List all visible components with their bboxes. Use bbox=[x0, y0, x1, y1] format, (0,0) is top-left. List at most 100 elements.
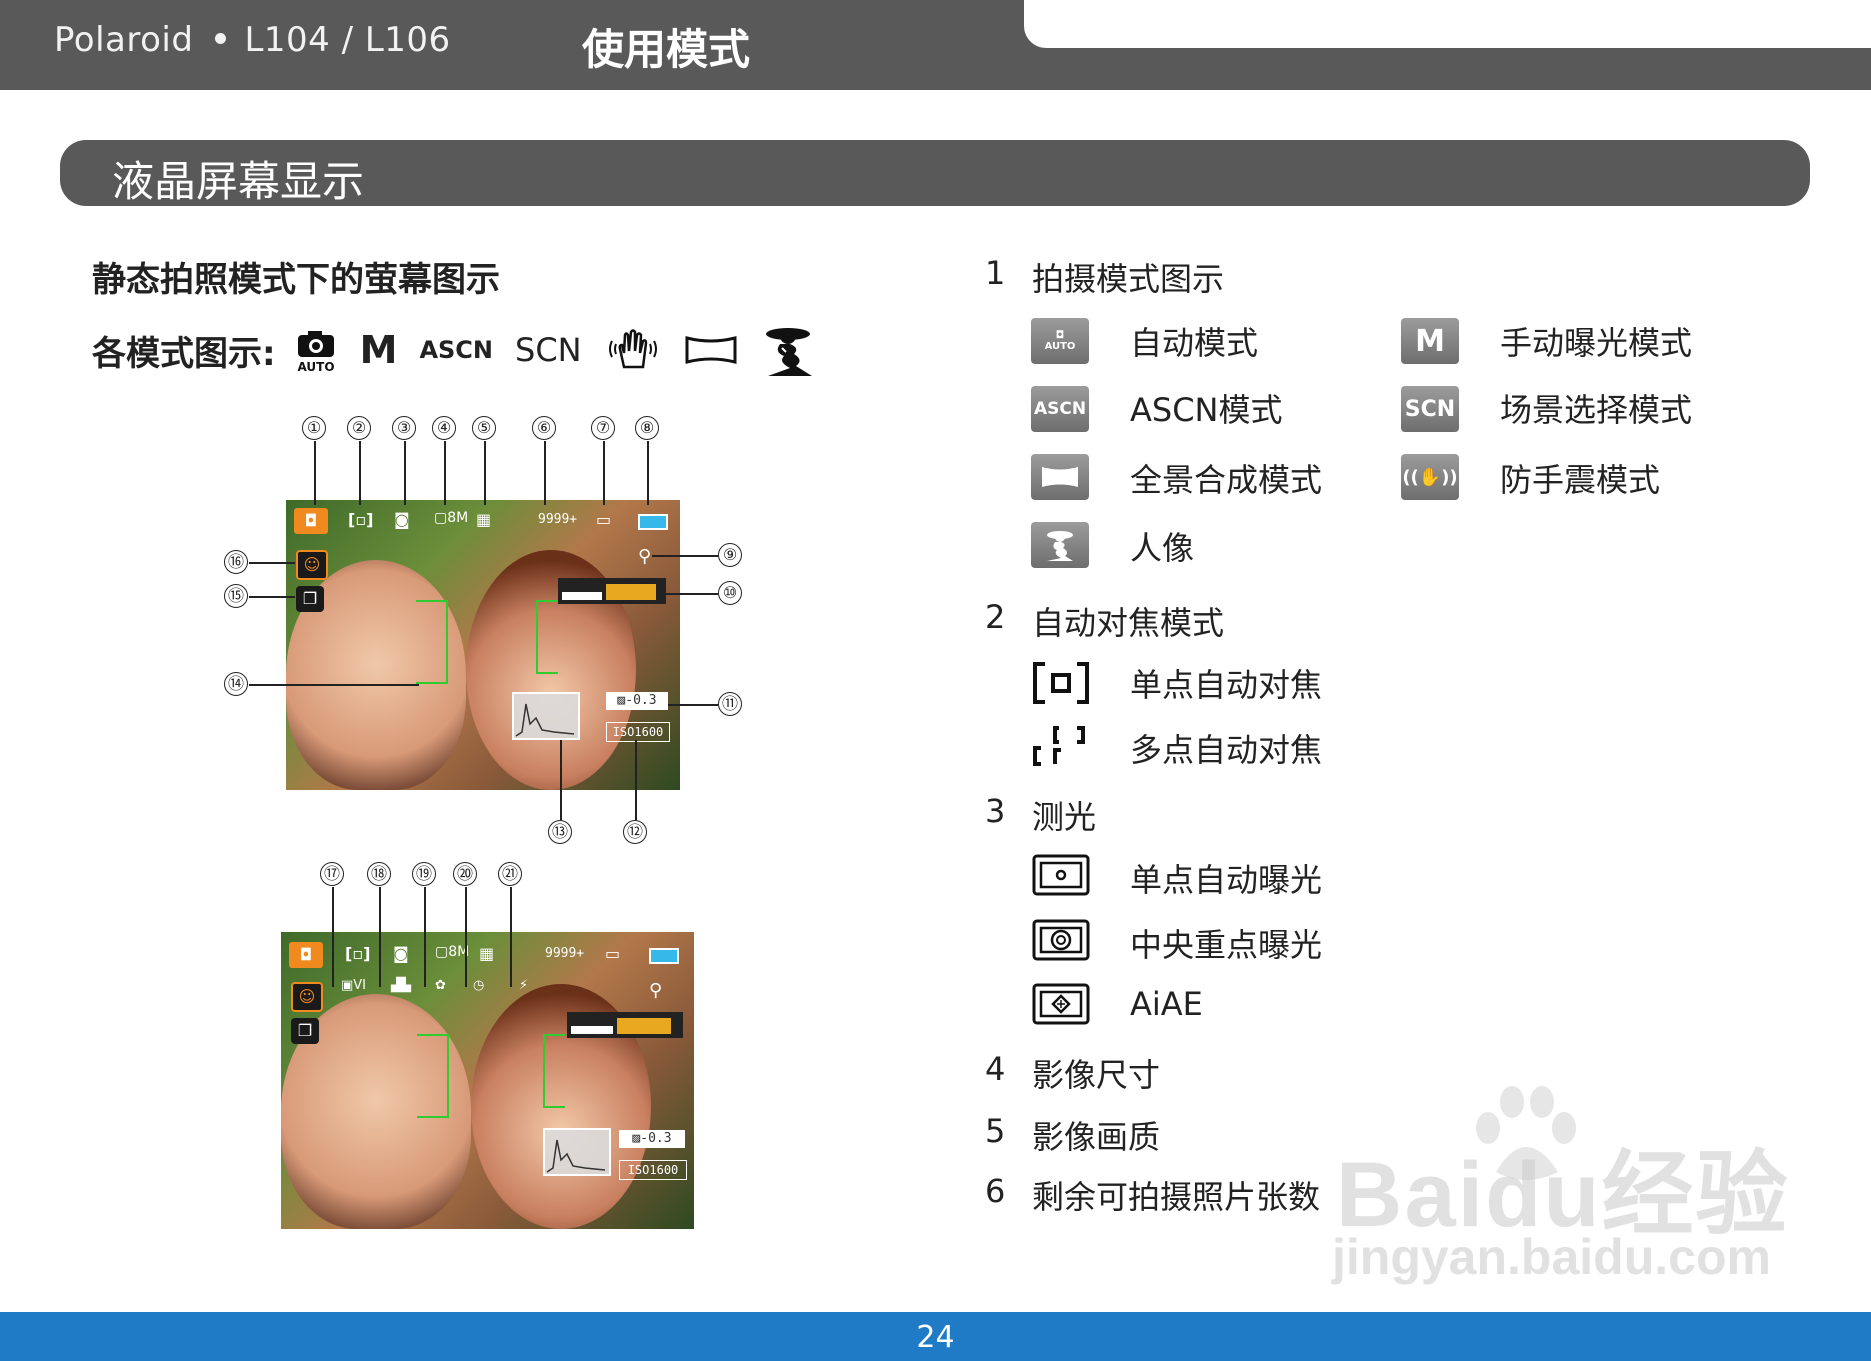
brand-name: Polaroid bbox=[54, 20, 194, 60]
panorama-icon bbox=[1031, 454, 1089, 500]
histogram bbox=[512, 692, 580, 740]
af-frame-2 bbox=[543, 1034, 565, 1108]
image-quality-icon: ▦ bbox=[479, 944, 495, 963]
callout-20: ⑳ bbox=[453, 862, 477, 886]
image-size-icon: ▢8M bbox=[434, 510, 469, 526]
camera-mode-icon: ◘ bbox=[294, 508, 328, 534]
iso-value: ISO1600 bbox=[606, 722, 670, 742]
section-number-6: 6 bbox=[985, 1172, 1006, 1210]
zoom-bar-optical bbox=[571, 1026, 613, 1034]
continuous-shot-icon: ❐ bbox=[291, 1018, 319, 1044]
panorama-icon bbox=[684, 330, 738, 370]
callout-9: ⑨ bbox=[718, 543, 742, 567]
callout-14: ⑭ bbox=[224, 672, 248, 696]
callout-line-9 bbox=[652, 555, 718, 557]
ascn-icon-text: ASCN bbox=[1033, 399, 1087, 419]
chapter-title: 使用模式 bbox=[582, 25, 751, 74]
self-timer-icon: ◷ bbox=[473, 978, 485, 993]
callout-line-15 bbox=[249, 596, 295, 598]
osd-top-row: ◘ [▫] ◙ ▢8M ▦ 9999+ ▭ bbox=[294, 508, 672, 536]
section-title: 液晶屏幕显示 bbox=[112, 157, 365, 206]
mode-label-manual: 手动曝光模式 bbox=[1500, 324, 1693, 362]
callout-5: ⑤ bbox=[472, 416, 496, 440]
callout-line-13 bbox=[560, 740, 562, 820]
section-number-5: 5 bbox=[985, 1112, 1006, 1150]
header-bar: Polaroid L104 / L106 使用模式 bbox=[0, 0, 1871, 90]
section-bar: 液晶屏幕显示 bbox=[60, 140, 1810, 206]
metering-label-spot: 单点自动曝光 bbox=[1130, 861, 1323, 899]
callout-13: ⑬ bbox=[548, 820, 572, 844]
callout-line-3 bbox=[404, 441, 406, 505]
mode-label-portrait: 人像 bbox=[1130, 529, 1195, 567]
callout-10: ⑩ bbox=[718, 581, 742, 605]
callout-21: ㉑ bbox=[498, 862, 522, 886]
section-title-5: 影像画质 bbox=[1032, 1118, 1161, 1156]
manual-m-icon: M bbox=[359, 328, 398, 372]
zoom-bar-optical bbox=[562, 592, 602, 600]
lcd-preview-2: ◘ [▫] ◙ ▢8M ▦ 9999+ ▭ ▣VI ▟▙ ✿ ◷ ⚡ ☺ ❐ ⚲… bbox=[281, 932, 694, 1229]
shots-remaining: 9999+ bbox=[545, 946, 585, 961]
mode-label-ascn: ASCN模式 bbox=[1130, 391, 1283, 429]
callout-line-7 bbox=[603, 441, 605, 505]
section-title-4: 影像尺寸 bbox=[1032, 1056, 1161, 1094]
ev-compensation: ▨-0.3 bbox=[619, 1130, 685, 1148]
callout-line-2 bbox=[359, 441, 361, 505]
wb-icon: ▣VI bbox=[341, 978, 367, 993]
callout-6: ⑥ bbox=[532, 416, 556, 440]
callout-12: ⑫ bbox=[623, 820, 647, 844]
section-number-1: 1 bbox=[985, 254, 1006, 292]
callout-17: ⑰ bbox=[320, 862, 344, 886]
continuous-shot-icon: ❐ bbox=[296, 586, 324, 612]
callout-2: ② bbox=[347, 416, 371, 440]
osd-top-row-2: ◘ [▫] ◙ ▢8M ▦ 9999+ ▭ bbox=[289, 942, 685, 970]
battery-icon bbox=[638, 514, 668, 530]
brand-line: Polaroid L104 / L106 bbox=[54, 20, 451, 60]
mode-label-scn: 场景选择模式 bbox=[1500, 391, 1693, 429]
af-mode-icon: [▫] bbox=[348, 510, 374, 529]
center-metering-icon bbox=[1031, 918, 1091, 962]
callout-16: ⑯ bbox=[224, 550, 248, 574]
callout-line-21 bbox=[510, 887, 512, 987]
callout-11: ⑪ bbox=[718, 692, 742, 716]
camera-auto-icon: AUTO bbox=[294, 327, 338, 373]
metering-icon: ◙ bbox=[394, 510, 410, 529]
callout-19: ⑲ bbox=[412, 862, 436, 886]
scn-icon-text: SCN bbox=[1404, 396, 1456, 422]
callout-1: ① bbox=[302, 416, 326, 440]
callout-line-14 bbox=[249, 684, 419, 686]
model-name: L104 / L106 bbox=[244, 20, 451, 60]
mode-label-anti-shake: 防手震模式 bbox=[1500, 461, 1661, 499]
anti-shake-hand-icon: ((✋)) bbox=[1401, 454, 1459, 500]
camera-mode-icon: ◘ bbox=[289, 942, 323, 968]
section-title-6: 剩余可拍摄照片张数 bbox=[1032, 1178, 1321, 1216]
ev-value: -0.3 bbox=[625, 693, 657, 708]
callout-line-1 bbox=[314, 441, 316, 505]
single-af-icon bbox=[1031, 660, 1091, 706]
callout-15: ⑮ bbox=[224, 584, 248, 608]
portrait-icon bbox=[1031, 522, 1089, 568]
portrait-icon bbox=[760, 322, 818, 378]
callout-line-16 bbox=[249, 562, 295, 564]
manual-m-icon: M bbox=[1401, 318, 1459, 364]
callout-3: ③ bbox=[392, 416, 416, 440]
section-number-2: 2 bbox=[985, 598, 1006, 636]
watermark-url: jingyan.baidu.com bbox=[1332, 1229, 1771, 1285]
callout-line-8 bbox=[647, 441, 649, 505]
scn-icon: SCN bbox=[515, 331, 582, 369]
metering-icon: ◙ bbox=[393, 944, 409, 963]
auto-icon-text: AUTO bbox=[1044, 341, 1076, 352]
callout-line-5 bbox=[484, 441, 486, 505]
battery-icon bbox=[649, 948, 679, 964]
macro-icon: ✿ bbox=[435, 978, 446, 993]
face-detect-icon: ☺ bbox=[296, 550, 328, 580]
mode-label-auto: 自动模式 bbox=[1130, 324, 1259, 362]
subsection-title: 静态拍照模式下的萤幕图示 bbox=[92, 260, 500, 300]
callout-line-4 bbox=[444, 441, 446, 505]
focus-label-single: 单点自动对焦 bbox=[1130, 666, 1323, 704]
zoom-bar bbox=[558, 578, 666, 604]
mode-icons-row: 各模式图示: AUTO M ASCN SCN bbox=[92, 322, 840, 378]
memory-card-icon: ▭ bbox=[596, 510, 612, 529]
callout-line-10 bbox=[666, 593, 718, 595]
memory-card-icon: ▭ bbox=[605, 944, 621, 963]
header-notch bbox=[1024, 0, 1871, 48]
